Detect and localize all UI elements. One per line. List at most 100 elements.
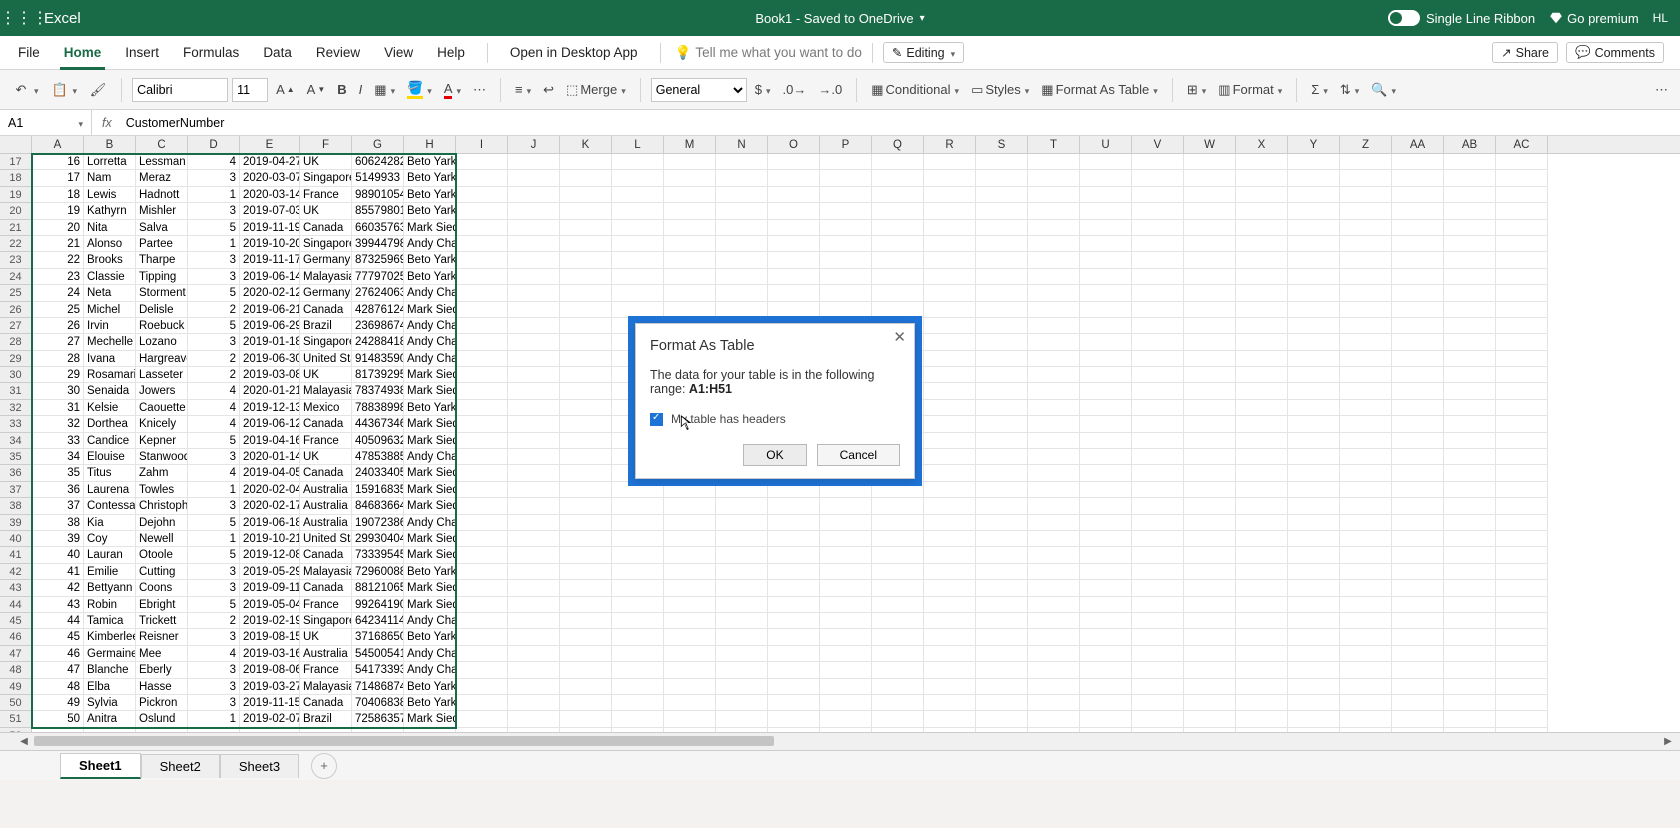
cell[interactable] [1080, 187, 1132, 203]
cell[interactable] [508, 269, 560, 285]
tab-home[interactable]: Home [52, 36, 114, 70]
cell[interactable] [1288, 400, 1340, 416]
cell[interactable] [1184, 334, 1236, 350]
cell[interactable] [560, 498, 612, 514]
cell[interactable] [1496, 220, 1548, 236]
cell[interactable] [1132, 547, 1184, 563]
cell[interactable]: United States [300, 531, 352, 547]
cell[interactable] [1028, 187, 1080, 203]
cell[interactable] [1340, 449, 1392, 465]
cell[interactable] [560, 482, 612, 498]
cell[interactable] [1496, 531, 1548, 547]
cell[interactable] [612, 220, 664, 236]
cell[interactable] [1080, 318, 1132, 334]
row-header-17[interactable]: 17 [0, 154, 32, 170]
cell[interactable]: Salva [136, 220, 188, 236]
cell[interactable] [768, 498, 820, 514]
cell[interactable] [1080, 449, 1132, 465]
cell[interactable] [1392, 580, 1444, 596]
cell[interactable] [1392, 302, 1444, 318]
cell[interactable] [1080, 547, 1132, 563]
col-header-R[interactable]: R [924, 136, 976, 153]
cell[interactable] [1236, 367, 1288, 383]
tab-data[interactable]: Data [251, 36, 304, 70]
cell[interactable] [1080, 351, 1132, 367]
cell[interactable]: 38 [32, 515, 84, 531]
cell[interactable] [1340, 318, 1392, 334]
cell[interactable] [664, 580, 716, 596]
row-header-51[interactable]: 51 [0, 711, 32, 727]
cell[interactable] [1184, 367, 1236, 383]
cell[interactable] [508, 613, 560, 629]
cell[interactable] [508, 679, 560, 695]
cell[interactable] [1184, 613, 1236, 629]
more-font-button[interactable]: ⋯ [469, 80, 490, 100]
cell[interactable] [1496, 465, 1548, 481]
cell[interactable] [1496, 367, 1548, 383]
cell[interactable]: Beto Yark [404, 170, 456, 186]
col-header-I[interactable]: I [456, 136, 508, 153]
sheet-tab-sheet3[interactable]: Sheet3 [220, 754, 299, 778]
cell[interactable] [1184, 220, 1236, 236]
cell[interactable]: 70406838 [352, 695, 404, 711]
cell[interactable] [1288, 236, 1340, 252]
cell[interactable] [1392, 220, 1444, 236]
cell[interactable] [508, 285, 560, 301]
cell[interactable] [976, 351, 1028, 367]
formula-input[interactable]: CustomerNumber [122, 116, 1680, 130]
cell[interactable] [560, 400, 612, 416]
cell[interactable]: Canada [300, 465, 352, 481]
cell[interactable] [716, 646, 768, 662]
cell[interactable]: Andy Champan [404, 285, 456, 301]
chevron-down-icon[interactable]: ▾ [920, 13, 925, 24]
cell[interactable] [820, 154, 872, 170]
cell[interactable] [1392, 515, 1444, 531]
go-premium-button[interactable]: Go premium [1549, 11, 1639, 26]
cell[interactable] [1444, 613, 1496, 629]
cell[interactable]: 24288418 [352, 334, 404, 350]
cell[interactable] [1444, 515, 1496, 531]
cell[interactable] [716, 711, 768, 727]
cell[interactable]: UK [300, 154, 352, 170]
cell[interactable]: 2019-11-19 [240, 220, 300, 236]
cell[interactable] [872, 679, 924, 695]
cell[interactable]: Kimberlee [84, 629, 136, 645]
cell[interactable] [456, 482, 508, 498]
cell[interactable] [1132, 351, 1184, 367]
cell[interactable]: 50 [32, 711, 84, 727]
cancel-button[interactable]: Cancel [817, 444, 900, 466]
cell[interactable] [976, 220, 1028, 236]
cell[interactable]: 30 [32, 383, 84, 399]
cell[interactable]: 3 [188, 580, 240, 596]
cell[interactable]: 29930404 [352, 531, 404, 547]
col-header-S[interactable]: S [976, 136, 1028, 153]
ok-button[interactable]: OK [743, 444, 806, 466]
cell[interactable]: Coy [84, 531, 136, 547]
cell[interactable]: UK [300, 203, 352, 219]
cell[interactable] [1288, 302, 1340, 318]
cell[interactable]: 3 [188, 334, 240, 350]
cell[interactable]: 84683664 [352, 498, 404, 514]
cell[interactable] [1028, 679, 1080, 695]
row-header-37[interactable]: 37 [0, 482, 32, 498]
cell[interactable]: 35 [32, 465, 84, 481]
cell[interactable] [1132, 711, 1184, 727]
cell[interactable] [924, 531, 976, 547]
cell[interactable] [1132, 646, 1184, 662]
cell[interactable] [1132, 482, 1184, 498]
cell[interactable] [1340, 220, 1392, 236]
cell[interactable] [1080, 154, 1132, 170]
cell[interactable] [768, 580, 820, 596]
cell[interactable] [976, 170, 1028, 186]
col-header-Y[interactable]: Y [1288, 136, 1340, 153]
cell[interactable]: Eberly [136, 662, 188, 678]
cell[interactable] [664, 220, 716, 236]
cell[interactable] [820, 597, 872, 613]
cell[interactable] [716, 662, 768, 678]
cell[interactable]: 32 [32, 416, 84, 432]
cell[interactable] [1340, 302, 1392, 318]
cell[interactable] [1080, 482, 1132, 498]
cell[interactable]: Michel [84, 302, 136, 318]
cell[interactable] [456, 629, 508, 645]
cell[interactable]: 39 [32, 531, 84, 547]
